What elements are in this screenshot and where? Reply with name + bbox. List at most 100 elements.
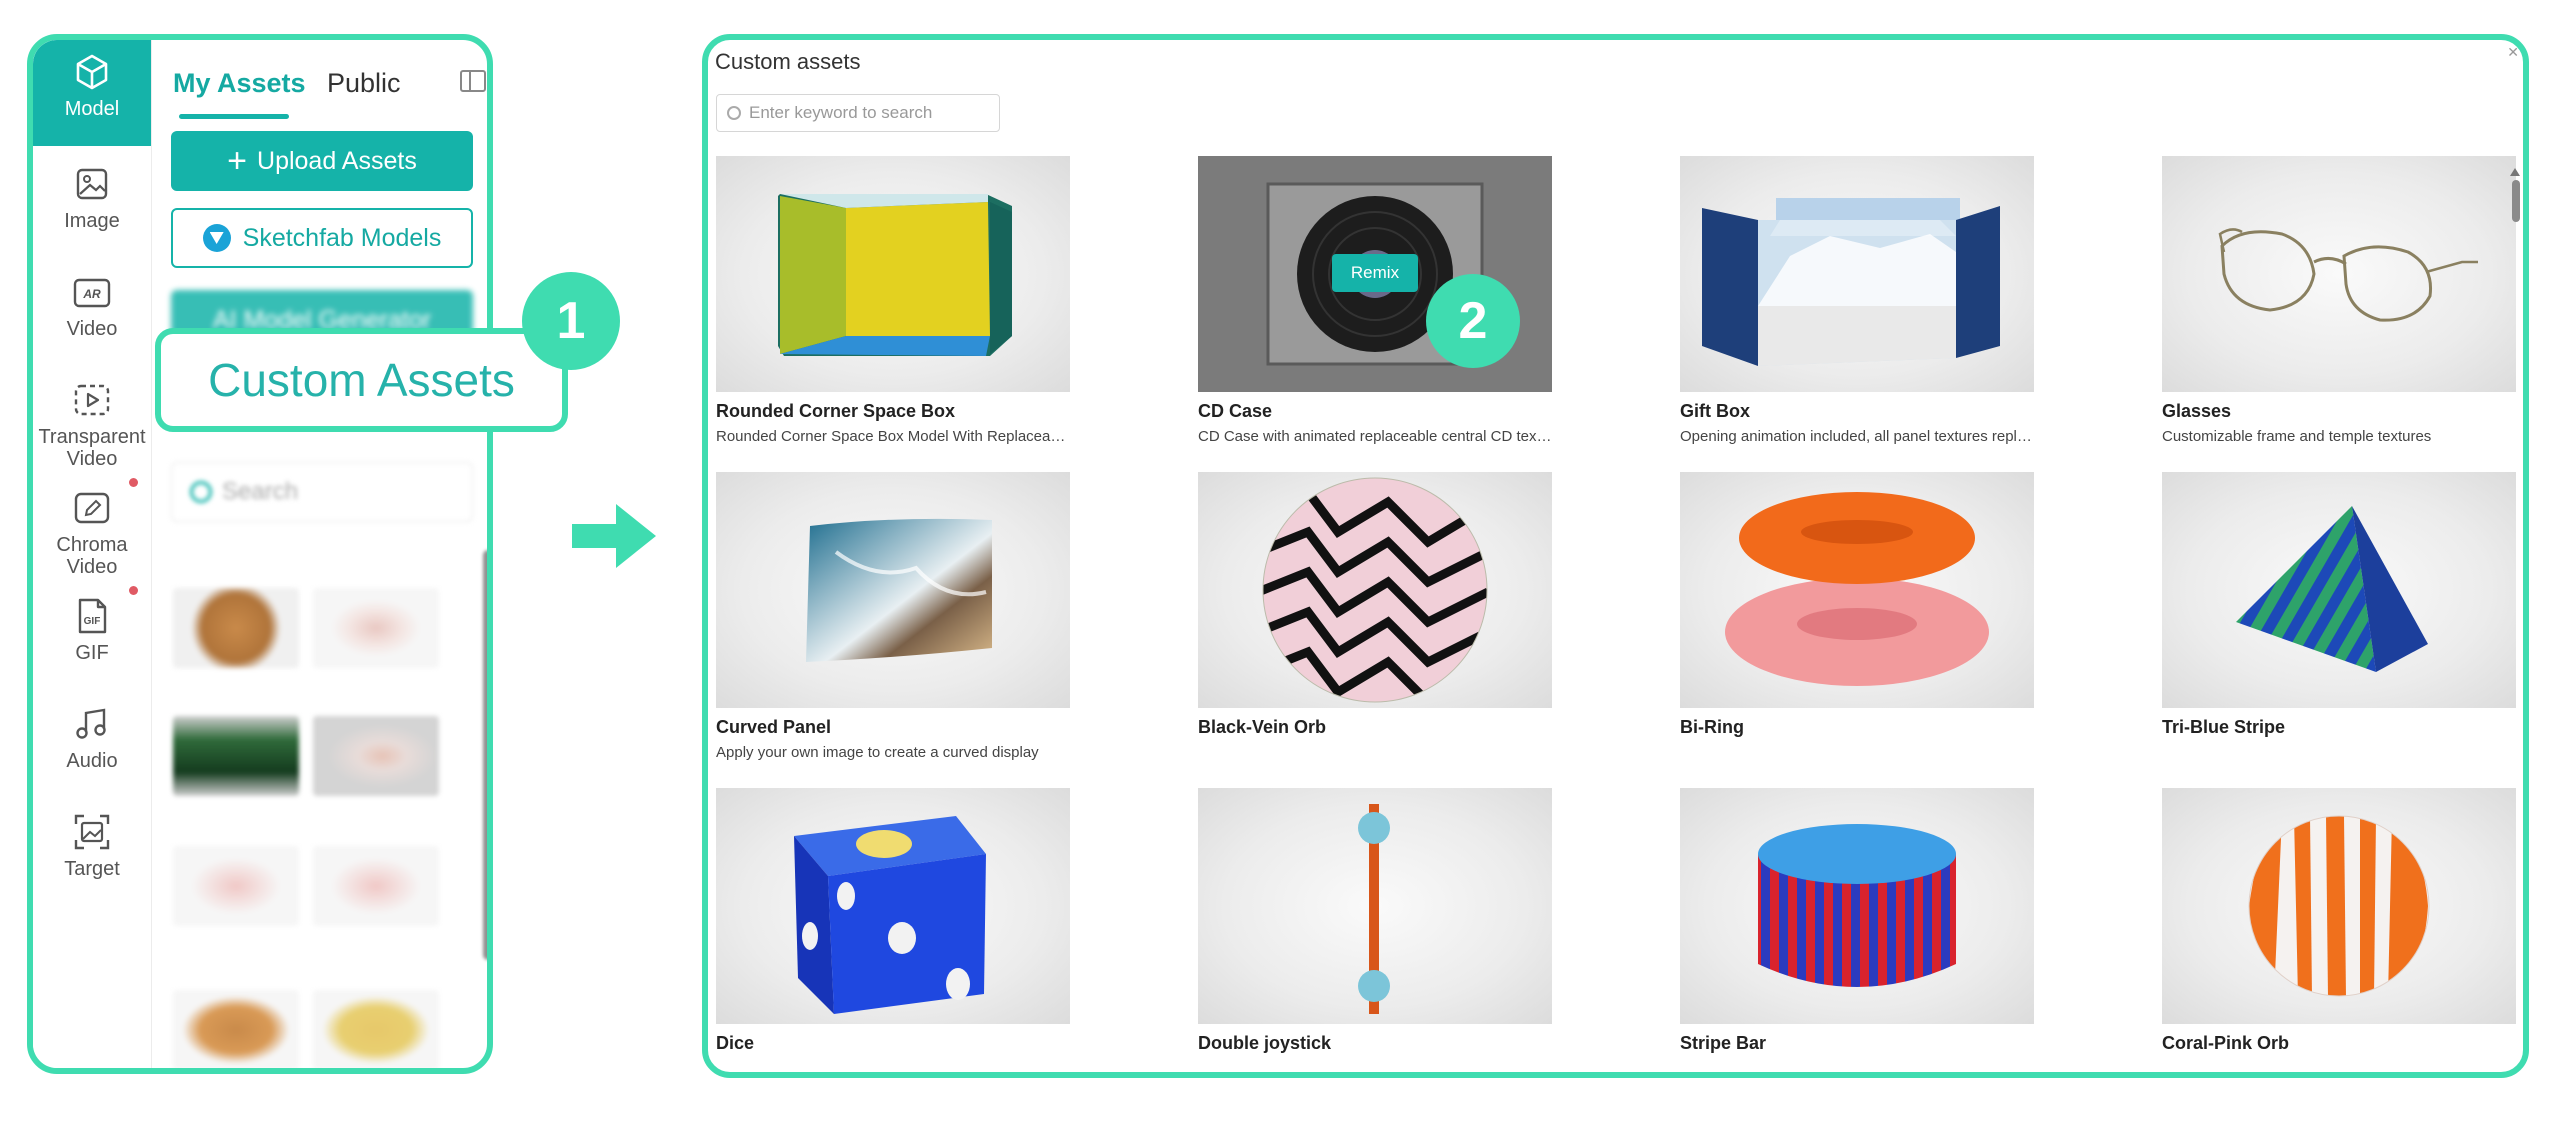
asset-preview xyxy=(1680,156,2034,392)
asset-card-tri-blue-stripe[interactable]: Tri-Blue Stripe xyxy=(2162,472,2516,738)
custom-assets-label: Custom Assets xyxy=(208,354,515,406)
asset-name: Stripe Bar xyxy=(1680,1033,1767,1053)
notification-dot xyxy=(129,478,138,487)
asset-name: Rounded Corner Space Box xyxy=(716,401,956,421)
step-2-badge: 2 xyxy=(1426,274,1520,368)
asset-card-coral-pink-orb[interactable]: Coral-Pink Orb xyxy=(2162,788,2516,1054)
sketchfab-label: Sketchfab Models xyxy=(242,223,442,252)
ar-icon: AR xyxy=(73,278,111,308)
rail-label: GIF xyxy=(75,642,109,664)
svg-text:GIF: GIF xyxy=(84,616,101,627)
rail-item-transparent-video[interactable]: Transparent Video xyxy=(33,380,151,470)
rail-item-video[interactable]: AR Video xyxy=(33,272,151,340)
rail-label: Model xyxy=(64,98,120,120)
rail-label: Target xyxy=(64,858,120,880)
rail-label: Video xyxy=(66,318,118,340)
panel-title: Custom assets xyxy=(715,49,861,74)
asset-description: Opening animation included, all panel te… xyxy=(1680,428,2032,445)
category-rail: Model Image AR Video Transparent Video C… xyxy=(33,40,152,1068)
notification-dot xyxy=(129,586,138,595)
search-placeholder: Enter keyword to search xyxy=(749,103,933,122)
custom-assets-panel: Custom assets ✕ Enter keyword to search … xyxy=(702,34,2529,1078)
close-icon[interactable]: ✕ xyxy=(2507,44,2519,61)
asset-preview xyxy=(1198,788,1552,1024)
asset-card-gift-box[interactable]: Gift Box Opening animation included, all… xyxy=(1680,156,2034,445)
asset-name: Coral-Pink Orb xyxy=(2162,1033,2290,1053)
asset-preview xyxy=(2162,472,2516,708)
cube-icon xyxy=(76,54,108,90)
asset-preview xyxy=(716,788,1070,1024)
asset-card-stripe-bar[interactable]: Stripe Bar xyxy=(1680,788,2034,1054)
edit-icon xyxy=(74,492,110,524)
collapse-panel-icon[interactable] xyxy=(460,70,486,92)
rail-item-model[interactable]: Model xyxy=(33,40,151,146)
asset-card-curved-panel[interactable]: Curved Panel Apply your own image to cre… xyxy=(716,472,1070,761)
asset-description: Rounded Corner Space Box Model With Repl… xyxy=(716,428,1070,445)
asset-name: Bi-Ring xyxy=(1680,717,1744,737)
image-icon xyxy=(76,168,108,200)
asset-name: CD Case xyxy=(1198,401,1273,421)
asset-preview xyxy=(716,156,1070,392)
asset-name: Black-Vein Orb xyxy=(1198,717,1327,737)
plus-icon: + xyxy=(227,142,248,180)
rail-item-audio[interactable]: Audio xyxy=(33,704,151,772)
asset-name: Double joystick xyxy=(1198,1033,1332,1053)
sketchfab-models-button[interactable]: Sketchfab Models xyxy=(171,208,473,268)
asset-sidebar-panel: Model Image AR Video Transparent Video C… xyxy=(27,34,493,1074)
asset-preview xyxy=(716,472,1070,708)
asset-thumbnail[interactable] xyxy=(313,990,439,1068)
asset-preview xyxy=(1680,472,2034,708)
rail-label: Image xyxy=(64,210,120,232)
custom-assets-callout[interactable]: Custom Assets xyxy=(155,328,568,432)
asset-thumbnail[interactable] xyxy=(313,588,439,668)
asset-card-dice[interactable]: Dice xyxy=(716,788,1070,1054)
asset-thumbnail[interactable] xyxy=(313,716,439,796)
sketchfab-logo-icon xyxy=(202,224,231,252)
keyword-search-input[interactable]: Enter keyword to search xyxy=(716,94,1000,132)
arrow-right-icon xyxy=(572,504,656,568)
asset-thumbnail[interactable] xyxy=(173,990,299,1068)
asset-thumbnail[interactable] xyxy=(173,716,299,796)
asset-description: Apply your own image to create a curved … xyxy=(716,744,1039,761)
asset-card-double-joystick[interactable]: Double joystick xyxy=(1198,788,1552,1054)
rail-item-chroma-video[interactable]: Chroma Video xyxy=(33,488,151,578)
rail-label: Transparent Video xyxy=(38,426,146,470)
asset-thumbnail[interactable] xyxy=(313,846,439,926)
step-1-badge: 1 xyxy=(522,272,620,370)
rail-item-gif[interactable]: GIF GIF xyxy=(33,596,151,664)
asset-name: Curved Panel xyxy=(716,717,832,737)
asset-card-bi-ring[interactable]: Bi-Ring xyxy=(1680,472,2034,738)
rail-item-image[interactable]: Image xyxy=(33,164,151,232)
asset-preview xyxy=(2162,788,2516,1024)
asset-list-scrollbar[interactable] xyxy=(483,550,487,960)
svg-text:AR: AR xyxy=(82,287,101,301)
panel-scrollbar[interactable] xyxy=(2512,180,2520,222)
scroll-up-icon[interactable] xyxy=(2510,168,2520,176)
asset-description: Customizable frame and temple textures xyxy=(2162,428,2432,445)
asset-list-area: My Assets Public + Upload Assets Sketchf… xyxy=(151,40,487,1068)
asset-name: Glasses xyxy=(2162,401,2232,421)
asset-name: Tri-Blue Stripe xyxy=(2162,717,2286,737)
upload-assets-label: Upload Assets xyxy=(257,146,417,175)
play-dashed-icon xyxy=(74,384,110,416)
tab-public[interactable]: Public xyxy=(327,68,401,99)
asset-preview xyxy=(2162,156,2516,392)
asset-search-input[interactable]: Search xyxy=(171,462,473,522)
search-icon xyxy=(190,481,212,503)
search-icon xyxy=(727,106,741,120)
search-placeholder: Search xyxy=(222,478,299,505)
asset-card-black-vein-orb[interactable]: Black-Vein Orb xyxy=(1198,472,1552,738)
rail-label: Audio xyxy=(66,750,118,772)
asset-thumbnail[interactable] xyxy=(173,846,299,926)
asset-name: Gift Box xyxy=(1680,401,1750,421)
asset-preview xyxy=(1680,788,2034,1024)
rail-item-target[interactable]: Target xyxy=(33,812,151,880)
active-tab-indicator xyxy=(179,114,289,119)
tab-my-assets[interactable]: My Assets xyxy=(173,68,306,99)
asset-card-rounded-corner-space-box[interactable]: Rounded Corner Space Box Rounded Corner … xyxy=(716,156,1070,445)
target-scan-icon xyxy=(74,814,110,850)
remix-button[interactable]: Remix xyxy=(1332,254,1418,292)
upload-assets-button[interactable]: + Upload Assets xyxy=(171,131,473,191)
asset-thumbnail[interactable] xyxy=(173,588,299,668)
asset-card-glasses[interactable]: Glasses Customizable frame and temple te… xyxy=(2162,156,2516,445)
